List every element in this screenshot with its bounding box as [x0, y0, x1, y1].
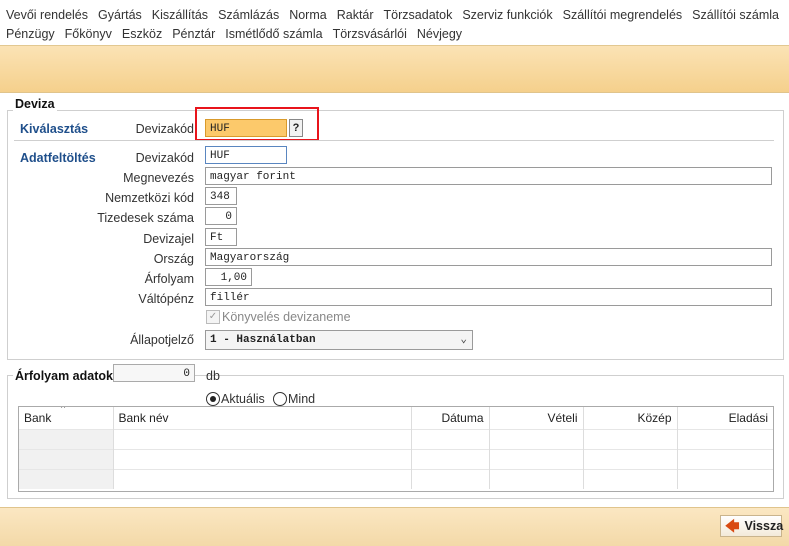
table-row [19, 469, 773, 489]
megnevezes-label: Megnevezés [123, 171, 194, 185]
allapotjelzo-value: 1 - Használatban [210, 334, 316, 346]
tizedesek-field[interactable]: 0 [205, 207, 237, 225]
col-bank[interactable]: Bank ^ [19, 406, 114, 429]
menu-item-torzsadatok[interactable]: Törzsadatok [384, 8, 459, 26]
section-kivalasztas: Kiválasztás [20, 122, 89, 136]
menu-row-2: Pénzügy Főkönyv Eszköz Pénztár Ismétlődő… [6, 27, 472, 45]
menu-item-gyartas[interactable]: Gyártás [98, 8, 148, 26]
menu-row-1: Vevői rendelés Gyártás Kiszállítás Száml… [6, 8, 789, 26]
rates-table-grid: Bank ^ Bank név Dátuma Vételi Közép Elad… [19, 407, 773, 489]
menu-item-penzugy[interactable]: Pénzügy [6, 27, 61, 45]
table-row [19, 429, 773, 449]
radio-mind-label: Mind [288, 392, 316, 406]
sort-up-icon: ^ [61, 406, 66, 413]
menu-item-nevjegy[interactable]: Névjegy [417, 27, 468, 45]
back-button[interactable]: 🡄 Vissza [720, 515, 784, 537]
col-datuma[interactable]: Dátuma [411, 407, 490, 429]
arfolyam-label: Árfolyam [144, 272, 194, 286]
select-devizakod-label: Devizakód [135, 122, 194, 136]
orszag-label: Ország [153, 252, 194, 266]
valtopenz-field[interactable]: fillér [205, 288, 772, 306]
menu-bar: Vevői rendelés Gyártás Kiszállítás Száml… [0, 0, 789, 44]
menu-item-torzsvasarloi[interactable]: Törzsvásárlói [333, 27, 413, 45]
rates-count-unit: db [206, 369, 220, 383]
radio-mind[interactable] [273, 392, 287, 406]
back-button-label: Vissza [744, 519, 784, 533]
menu-item-szallitoi-szamla[interactable]: Szállítói számla [692, 8, 785, 26]
menu-item-vevoi-rendeles[interactable]: Vevői rendelés [6, 8, 94, 26]
rates-count-field: 0 [113, 364, 195, 382]
radio-aktualis-label: Aktuális [221, 392, 265, 406]
footer-bar [0, 507, 789, 546]
select-devizakod-input[interactable]: HUF [205, 119, 287, 137]
col-eladasi[interactable]: Eladási [677, 407, 773, 429]
devizajel-field[interactable]: Ft [205, 228, 237, 246]
valtopenz-label: Váltópénz [138, 292, 194, 306]
header-banner [0, 45, 789, 93]
orszag-field[interactable]: Magyarország [205, 248, 772, 266]
menu-item-szamlazas[interactable]: Számlázás [218, 8, 285, 26]
arfolyam-field[interactable]: 1,00 [205, 268, 252, 286]
menu-item-szerviz[interactable]: Szerviz funkciók [462, 8, 558, 26]
devizakod-label: Devizakód [135, 151, 194, 165]
section-divider [14, 140, 774, 141]
menu-item-ismetlodo-szamla[interactable]: Ismétlődő számla [225, 27, 328, 45]
nemzetkozi-kod-field[interactable]: 348 [205, 187, 237, 205]
devizakod-field[interactable]: HUF [205, 146, 287, 164]
menu-item-eszkoz[interactable]: Eszköz [122, 27, 168, 45]
col-kozep[interactable]: Közép [583, 407, 678, 429]
rates-table[interactable]: Bank ^ Bank név Dátuma Vételi Közép Elad… [18, 406, 774, 492]
allapotjelzo-label: Állapotjelző [130, 333, 194, 347]
rates-title: Árfolyam adatok [13, 369, 115, 383]
group-title-deviza: Deviza [13, 97, 57, 111]
chevron-down-icon: ⌄ [460, 334, 467, 346]
menu-item-szallitoi-megrendeles[interactable]: Szállítói megrendelés [563, 8, 689, 26]
table-row [19, 449, 773, 469]
allapotjelzo-select[interactable]: 1 - Használatban ⌄ [205, 330, 473, 350]
devizajel-label: Devizajel [143, 232, 194, 246]
menu-item-raktar[interactable]: Raktár [337, 8, 380, 26]
megnevezes-field[interactable]: magyar forint [205, 167, 772, 185]
lookup-button[interactable]: ? [289, 119, 303, 137]
arrow-left-icon: 🡄 [725, 518, 740, 534]
menu-item-kiszallitas[interactable]: Kiszállítás [152, 8, 214, 26]
menu-item-penztar[interactable]: Pénztár [172, 27, 221, 45]
menu-item-fokonyv[interactable]: Főkönyv [65, 27, 118, 45]
menu-item-norma[interactable]: Norma [289, 8, 333, 26]
col-veteli[interactable]: Vételi [489, 407, 584, 429]
col-bank-nev[interactable]: Bank név [113, 407, 412, 429]
konyveles-label: Könyvelés devizaneme [222, 310, 351, 324]
section-adatfeltoltes: Adatfeltöltés [20, 151, 96, 165]
konyveles-checkbox[interactable]: ✓ [206, 310, 220, 324]
radio-aktualis[interactable] [206, 392, 220, 406]
nemzetkozi-kod-label: Nemzetközi kód [105, 191, 194, 205]
tizedesek-label: Tizedesek száma [97, 211, 194, 225]
